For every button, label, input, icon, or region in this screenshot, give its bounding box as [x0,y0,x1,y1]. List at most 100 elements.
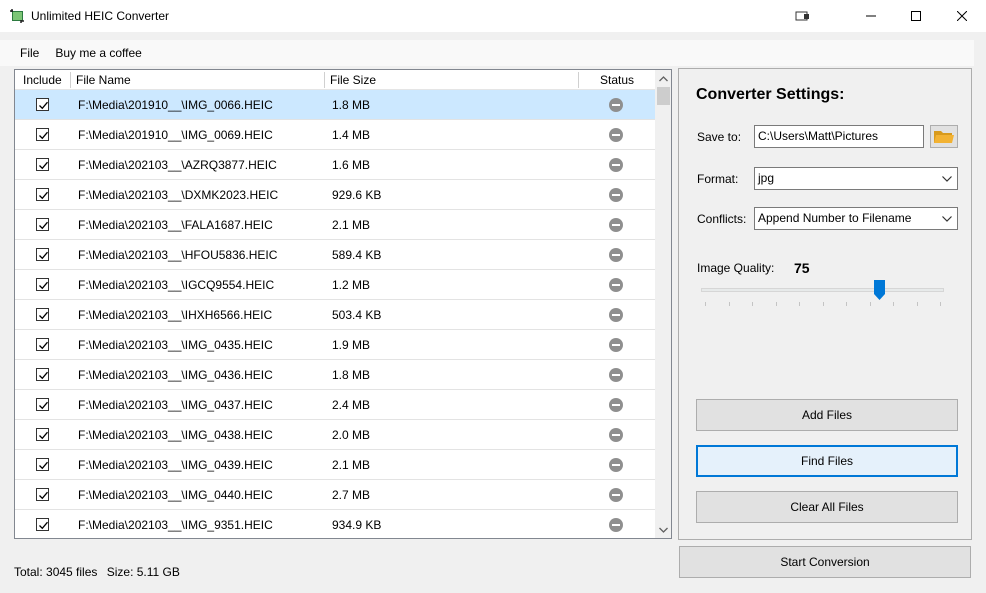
status-pending-icon [609,338,623,352]
column-status[interactable]: Status [600,70,634,90]
column-include[interactable]: Include [23,70,62,90]
minimize-button[interactable] [848,0,894,32]
maximize-icon [911,11,921,21]
include-checkbox[interactable] [36,428,49,441]
include-checkbox[interactable] [36,308,49,321]
close-button[interactable] [939,0,985,32]
checkmark-icon [39,401,48,410]
clear-all-files-button[interactable]: Clear All Files [696,491,958,523]
table-row[interactable]: F:\Media\201910__\IMG_0066.HEIC 1.8 MB [15,90,655,120]
scroll-up-button[interactable] [655,70,671,87]
include-checkbox[interactable] [36,338,49,351]
include-checkbox[interactable] [36,398,49,411]
menu-bar: File Buy me a coffee [0,40,974,66]
table-row[interactable]: F:\Media\202103__\IMG_0438.HEIC 2.0 MB [15,420,655,450]
column-file-name[interactable]: File Name [76,70,131,90]
table-row[interactable]: F:\Media\202103__\IMG_0437.HEIC 2.4 MB [15,390,655,420]
add-files-button[interactable]: Add Files [696,399,958,431]
conflicts-label: Conflicts: [697,212,747,226]
file-name-cell: F:\Media\202103__\AZRQ3877.HEIC [78,158,277,172]
quality-slider-track[interactable] [701,288,944,292]
save-to-label: Save to: [697,130,742,144]
file-size-cell: 1.2 MB [332,278,371,292]
file-list[interactable]: Include File Name File Size Status F:\Me… [14,69,672,539]
scroll-down-button[interactable] [655,521,671,538]
file-name-cell: F:\Media\202103__\IMG_0440.HEIC [78,488,273,502]
format-label: Format: [697,172,739,186]
file-name-cell: F:\Media\202103__\IMG_0438.HEIC [78,428,273,442]
include-checkbox[interactable] [36,488,49,501]
checkmark-icon [39,131,48,140]
include-checkbox[interactable] [36,458,49,471]
include-checkbox[interactable] [36,278,49,291]
maximize-button[interactable] [893,0,939,32]
table-row[interactable]: F:\Media\201910__\IMG_0069.HEIC 1.4 MB [15,120,655,150]
table-row[interactable]: F:\Media\202103__\IHXH6566.HEIC 503.4 KB [15,300,655,330]
format-select[interactable]: jpg [754,167,958,190]
find-files-button[interactable]: Find Files [696,445,958,477]
include-checkbox[interactable] [36,218,49,231]
file-size-cell: 1.8 MB [332,368,371,382]
include-checkbox[interactable] [36,248,49,261]
file-name-cell: F:\Media\202103__\IMG_0437.HEIC [78,398,273,412]
table-row[interactable]: F:\Media\202103__\DXMK2023.HEIC 929.6 KB [15,180,655,210]
conflicts-select[interactable]: Append Number to Filename [754,207,958,230]
table-row[interactable]: F:\Media\202103__\AZRQ3877.HEIC 1.6 MB [15,150,655,180]
folder-icon [934,130,954,143]
app-icon [10,9,24,23]
slider-tick [822,302,824,306]
column-file-size[interactable]: File Size [330,70,376,90]
checkmark-icon [39,191,48,200]
status-pending-icon [609,188,623,202]
table-row[interactable]: F:\Media\202103__\IMG_0440.HEIC 2.7 MB [15,480,655,510]
file-size-cell: 2.4 MB [332,398,371,412]
status-pending-icon [609,278,623,292]
column-separator[interactable] [70,72,71,88]
vertical-scrollbar[interactable] [655,70,671,538]
file-size-cell: 2.0 MB [332,428,371,442]
include-checkbox[interactable] [36,518,49,531]
footer-summary: Total: 3045 files Size: 5.11 GB [14,565,180,579]
include-checkbox[interactable] [36,158,49,171]
checkmark-icon [39,461,48,470]
file-size-cell: 503.4 KB [332,308,382,322]
include-checkbox[interactable] [36,188,49,201]
file-size-cell: 929.6 KB [332,188,382,202]
start-conversion-button[interactable]: Start Conversion [679,546,971,578]
status-pending-icon [609,308,623,322]
checkmark-icon [39,491,48,500]
chevron-down-icon [942,216,952,222]
slider-tick [705,302,706,306]
checkmark-icon [39,251,48,260]
table-row[interactable]: F:\Media\202103__\IGCQ9554.HEIC 1.2 MB [15,270,655,300]
quality-slider-thumb[interactable] [873,280,885,300]
table-row[interactable]: F:\Media\202103__\FALA1687.HEIC 2.1 MB [15,210,655,240]
table-row[interactable]: F:\Media\202103__\IMG_0439.HEIC 2.1 MB [15,450,655,480]
chevron-down-icon [659,527,668,533]
include-checkbox[interactable] [36,98,49,111]
include-checkbox[interactable] [36,128,49,141]
checkmark-icon [39,221,48,230]
checkmark-icon [39,161,48,170]
menu-file[interactable]: File [12,40,47,66]
slider-tick [728,302,730,306]
table-row[interactable]: F:\Media\202103__\HFOU5836.HEIC 589.4 KB [15,240,655,270]
column-separator[interactable] [324,72,325,88]
scroll-thumb[interactable] [657,87,670,105]
checkmark-icon [39,341,48,350]
table-row[interactable]: F:\Media\202103__\IMG_9351.HEIC 934.9 KB [15,510,655,538]
snap-button[interactable] [780,0,826,32]
table-row[interactable]: F:\Media\202103__\IMG_0435.HEIC 1.9 MB [15,330,655,360]
column-separator[interactable] [578,72,579,88]
file-name-cell: F:\Media\202103__\IMG_0436.HEIC [78,368,273,382]
file-size-cell: 1.6 MB [332,158,371,172]
table-row[interactable]: F:\Media\202103__\IMG_0436.HEIC 1.8 MB [15,360,655,390]
browse-folder-button[interactable] [930,125,958,148]
file-size-cell: 2.7 MB [332,488,371,502]
menu-buy-me-a-coffee[interactable]: Buy me a coffee [47,40,150,66]
checkmark-icon [39,521,48,530]
include-checkbox[interactable] [36,368,49,381]
save-to-input[interactable]: C:\Users\Matt\Pictures [754,125,924,148]
image-quality-label: Image Quality: [697,261,775,275]
status-pending-icon [609,428,623,442]
